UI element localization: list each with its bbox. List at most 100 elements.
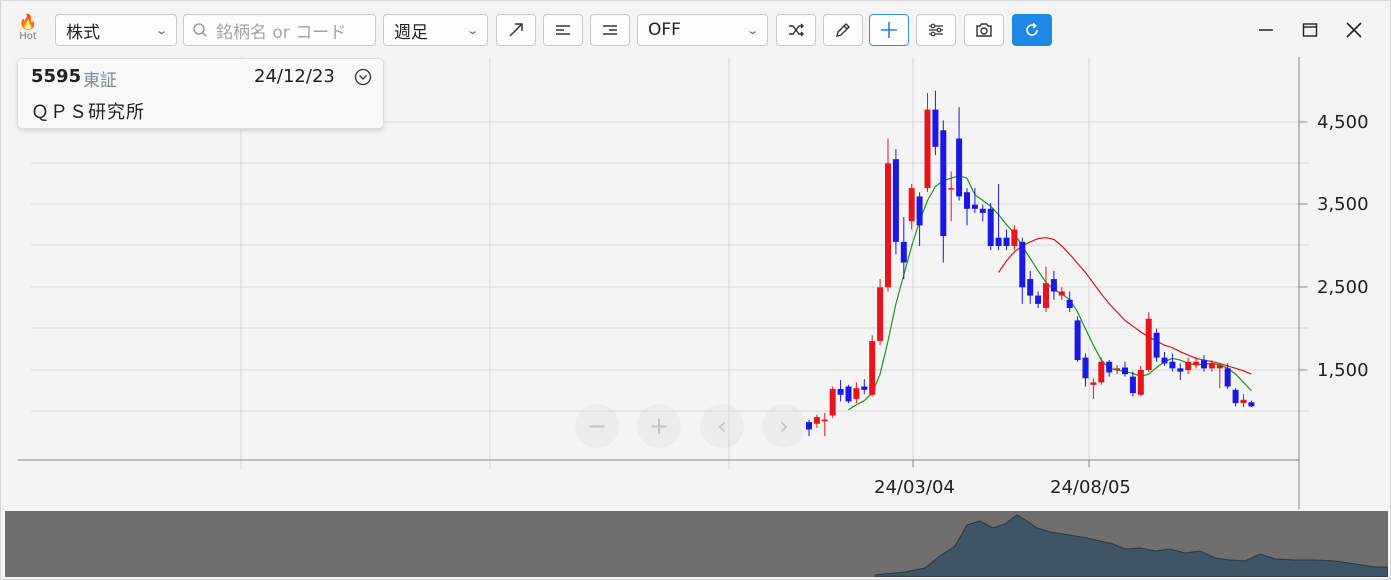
candle-body: [1019, 241, 1026, 288]
maximize-icon: [1302, 23, 1318, 37]
search-icon: [193, 23, 207, 37]
minimize-icon: [1259, 29, 1273, 31]
candle-body: [861, 386, 868, 390]
zoom-out-button[interactable]: −: [575, 404, 619, 448]
candle-body: [971, 204, 978, 209]
close-button[interactable]: [1339, 15, 1369, 45]
candle-body: [1240, 399, 1247, 404]
candle-body: [995, 237, 1002, 246]
candle-body: [1129, 376, 1136, 394]
candle-body: [845, 386, 852, 402]
period-value: 週足: [394, 22, 428, 43]
market-type-value: 株式: [66, 22, 100, 43]
candle-body: [1185, 361, 1192, 370]
ma-long-line: [998, 237, 1252, 375]
flame-icon: 🔥: [18, 13, 38, 31]
align-left-icon: [556, 25, 570, 35]
candle-body: [829, 389, 836, 416]
compare-button[interactable]: [776, 14, 816, 46]
symbol-info-card: 5595 東証 24/12/23 ＱＰＳ研究所: [17, 58, 384, 129]
screenshot-button[interactable]: [964, 14, 1004, 46]
period-select[interactable]: 週足 ⌄: [383, 14, 488, 46]
y-tick-label: 2,500: [1317, 277, 1369, 298]
candle-body: [932, 109, 939, 147]
maximize-button[interactable]: [1295, 15, 1325, 45]
refresh-button[interactable]: [1012, 14, 1052, 46]
camera-icon: [976, 23, 992, 37]
trendline-tool-button[interactable]: [496, 14, 536, 46]
candle-body: [1074, 320, 1081, 361]
candle-body: [1066, 299, 1073, 308]
market-type-select[interactable]: 株式 ⌄: [55, 14, 177, 46]
info-date: 24/12/23: [254, 66, 335, 87]
align-right-icon: [603, 25, 617, 35]
candle-body: [1161, 357, 1168, 364]
close-icon: [1346, 22, 1362, 38]
candle-body: [892, 159, 899, 242]
refresh-icon: [1026, 22, 1038, 36]
scroll-right-button[interactable]: ›: [762, 404, 806, 448]
symbol-search-input[interactable]: 銘柄名 or コード: [183, 14, 376, 46]
scroll-left-button[interactable]: ‹: [700, 404, 744, 448]
trendline-icon: [509, 23, 523, 37]
candle-body: [1011, 229, 1018, 246]
candle-body: [1090, 382, 1097, 385]
chevron-down-icon: ⌄: [465, 23, 479, 37]
chevron-down-icon: ⌄: [154, 23, 168, 37]
chevron-down-icon: ⌄: [745, 23, 759, 37]
y-tick-label: 3,500: [1317, 194, 1369, 215]
candle-body: [1050, 279, 1057, 292]
candlesticks: [806, 90, 1255, 437]
candle-body: [1106, 361, 1113, 373]
symbol-code: 5595: [31, 66, 82, 87]
candle-body: [877, 287, 884, 342]
candle-body: [900, 241, 907, 263]
candle-body: [1137, 370, 1144, 395]
chevron-circle-down-icon[interactable]: [354, 68, 372, 86]
candle-body: [1122, 367, 1128, 375]
candle-body: [987, 208, 994, 246]
minimize-button[interactable]: [1251, 15, 1281, 45]
settings-button[interactable]: [916, 14, 956, 46]
price-line-tool-button[interactable]: [590, 14, 630, 46]
crosshair-button[interactable]: [869, 14, 909, 46]
candle-body: [806, 422, 812, 430]
zoom-in-button[interactable]: +: [637, 404, 681, 448]
candle-body: [1201, 360, 1207, 369]
hot-button[interactable]: 🔥 Hot: [15, 13, 41, 49]
candle-body: [1027, 279, 1034, 296]
crosshair-icon: [881, 22, 897, 38]
candle-body: [1193, 361, 1200, 366]
draw-button[interactable]: [823, 14, 863, 46]
candle-body: [956, 138, 963, 197]
x-tick-label: 24/08/05: [1050, 477, 1131, 498]
moving-average-long: [998, 237, 1252, 375]
candle-body: [1114, 368, 1121, 370]
candle-body: [1145, 318, 1152, 370]
candle-body: [1248, 402, 1255, 407]
range-navigator[interactable]: [5, 511, 1388, 577]
candle-body: [1232, 389, 1239, 404]
candle-body: [1058, 291, 1065, 296]
candle-body: [1153, 332, 1160, 358]
indicator-select[interactable]: OFF ⌄: [637, 14, 768, 46]
candle-body: [924, 109, 931, 189]
y-tick-label: 1,500: [1317, 360, 1369, 381]
y-tick-label: 4,500: [1317, 112, 1369, 133]
pencil-icon: [836, 23, 850, 37]
navigator-area-chart: [874, 514, 1388, 577]
candle-body: [869, 341, 876, 395]
candle-body: [813, 417, 820, 424]
chart-window: 4,500 3,500 2,500 1,500 24/03/04 24/08/0…: [0, 0, 1391, 580]
candle-body: [837, 389, 844, 395]
candle-body: [1098, 361, 1105, 383]
candle-body: [1003, 237, 1010, 246]
candle-body: [885, 163, 891, 288]
candle-body: [1177, 368, 1184, 372]
shuffle-icon: [789, 23, 804, 37]
horizontal-line-tool-button[interactable]: [543, 14, 583, 46]
sliders-icon: [929, 23, 943, 37]
candle-body: [1169, 361, 1176, 369]
candle-body: [853, 388, 860, 399]
hot-label: Hot: [19, 31, 37, 42]
